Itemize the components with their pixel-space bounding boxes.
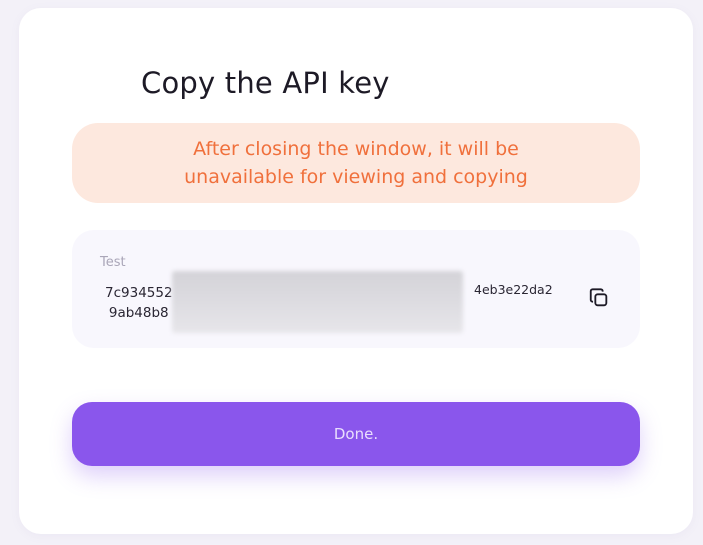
dialog-title: Copy the API key: [141, 66, 390, 100]
warning-text: After closing the window, it will be una…: [184, 138, 528, 188]
api-key-dialog: Copy the API key After closing the windo…: [19, 8, 693, 534]
api-key-redacted-segment: [172, 271, 463, 333]
api-key-end[interactable]: 4eb3e22da2: [474, 282, 553, 297]
api-key-start-line-1: 7c934552: [105, 285, 173, 301]
warning-banner: After closing the window, it will be una…: [72, 123, 640, 203]
copy-icon: [589, 288, 608, 307]
copy-key-button[interactable]: [586, 285, 612, 311]
api-key-start-line-2: 9ab48b8: [108, 305, 169, 321]
done-button[interactable]: Done.: [72, 402, 640, 466]
api-key-start[interactable]: 7c934552 9ab48b8: [105, 283, 173, 323]
api-key-card: Test 7c934552 9ab48b8 4eb3e22da2: [72, 230, 640, 348]
api-key-name: Test: [100, 255, 126, 270]
